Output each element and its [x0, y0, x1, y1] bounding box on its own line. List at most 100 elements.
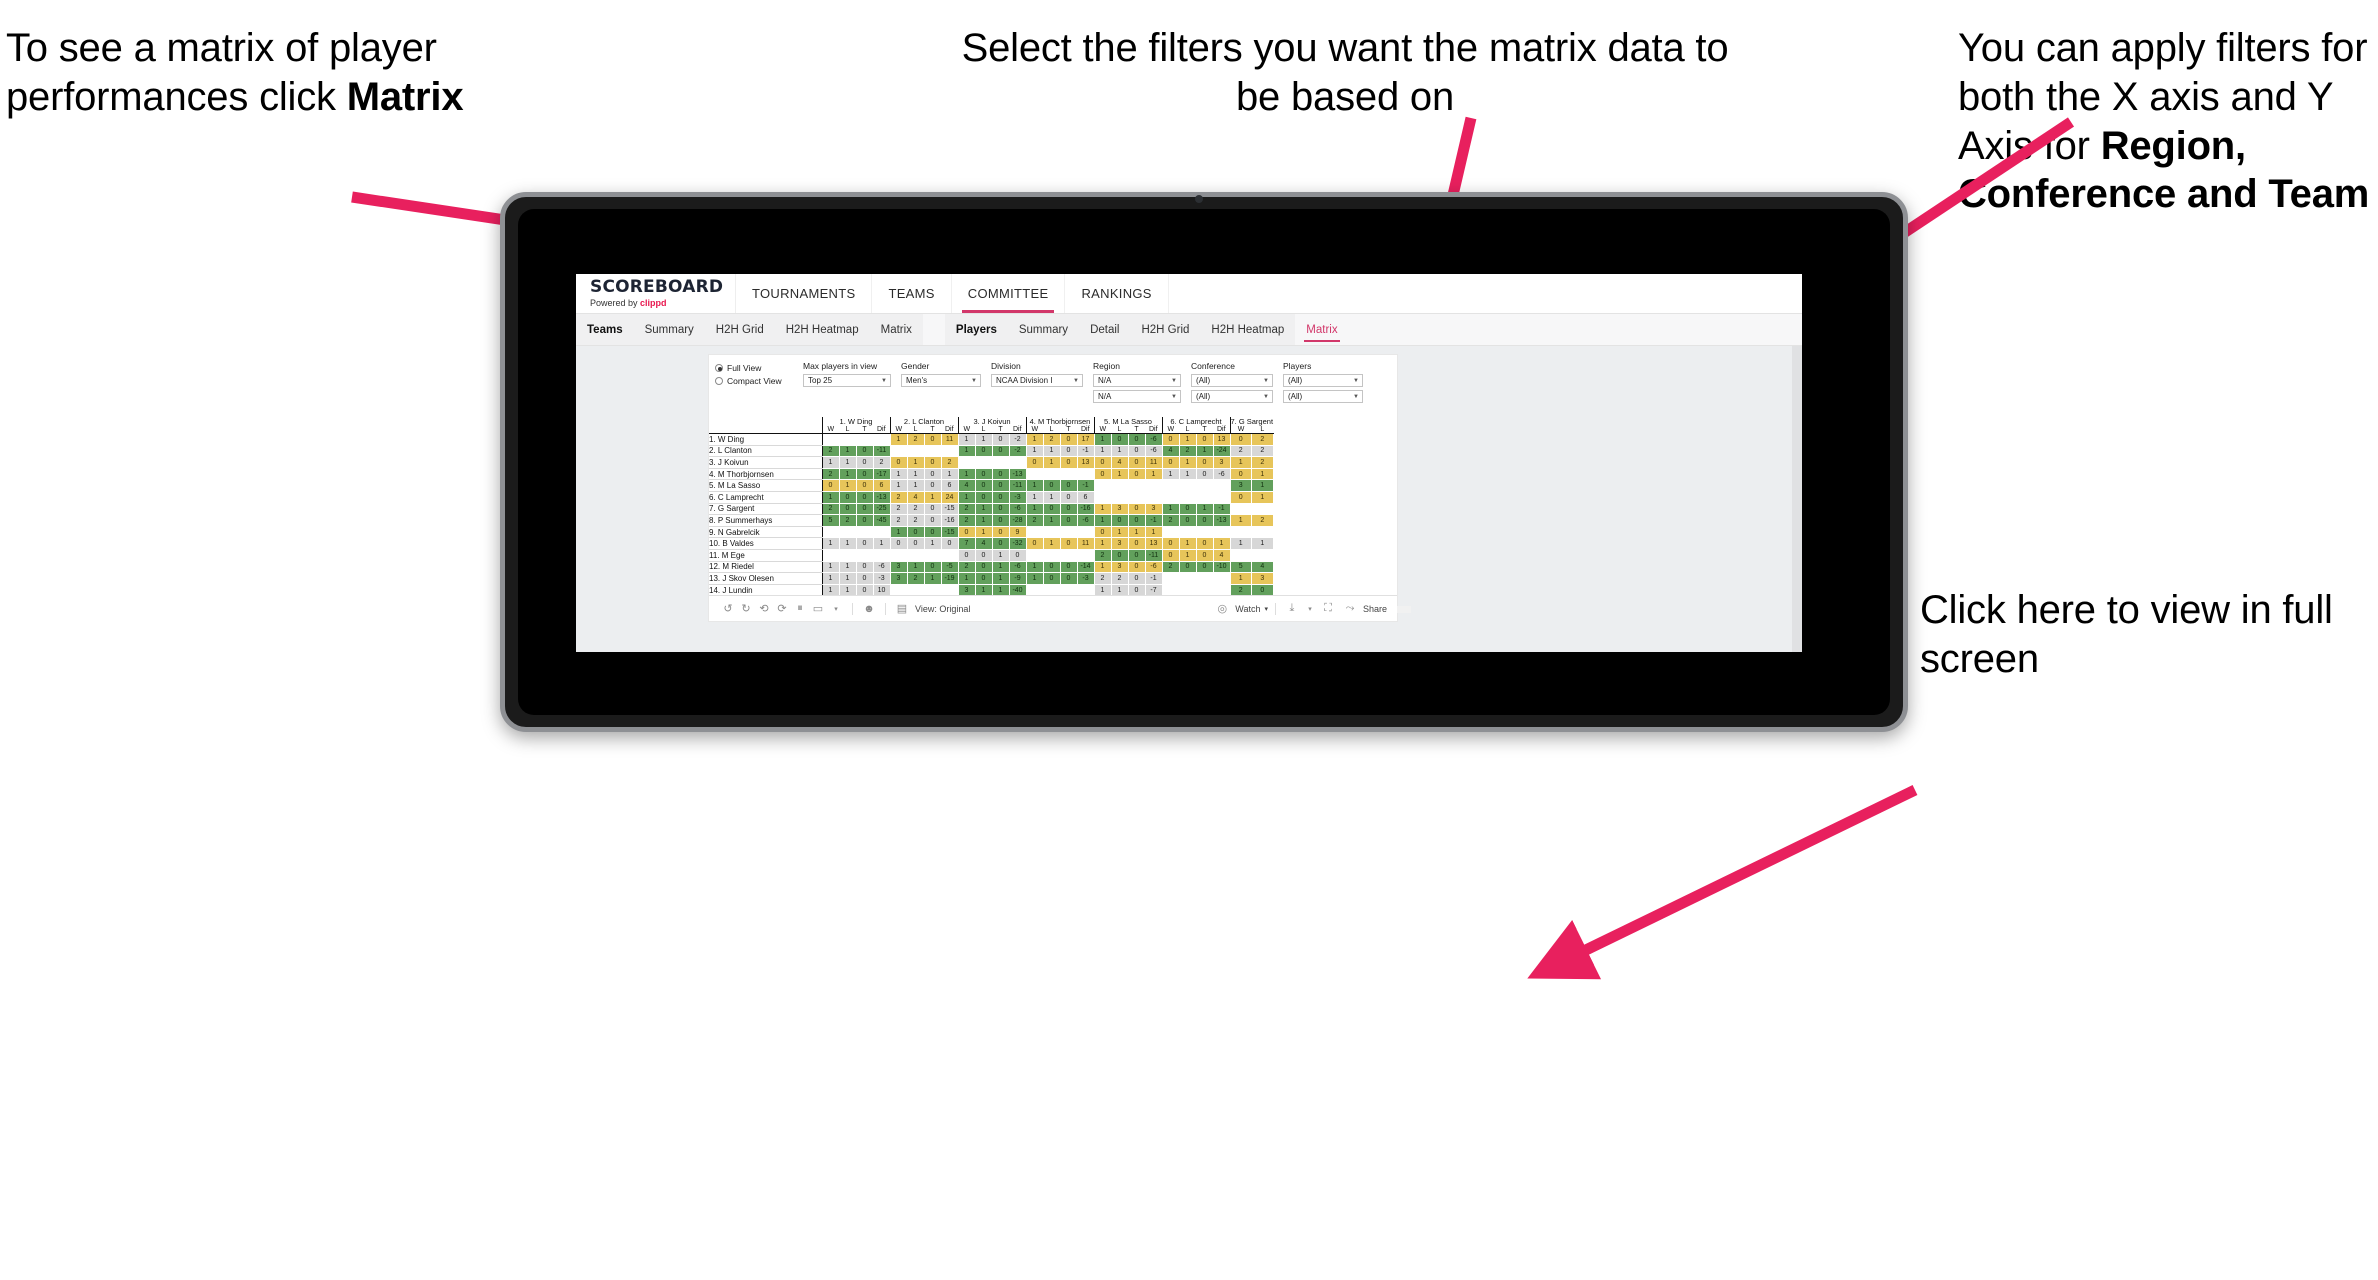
- matrix-cell: -6: [1213, 468, 1231, 481]
- matrix-cell: 2: [957, 561, 976, 574]
- matrix-cell: 0: [856, 503, 874, 516]
- matrix-cell: 0: [907, 537, 925, 550]
- alert-icon[interactable]: ☻: [860, 603, 878, 615]
- matrix-cell: -1: [1145, 514, 1163, 527]
- matrix-cell: [821, 526, 840, 539]
- filter-region-x-select[interactable]: N/A ▼: [1093, 374, 1181, 387]
- filter-conference-x-select[interactable]: (All) ▼: [1191, 374, 1273, 387]
- view-original-label: View: Original: [915, 603, 971, 614]
- topnav-tournaments[interactable]: TOURNAMENTS: [736, 274, 873, 313]
- matrix-cell: 1: [957, 445, 976, 458]
- filter-region-y-select[interactable]: N/A ▼: [1093, 390, 1181, 403]
- refresh-icon[interactable]: ⟳: [773, 602, 791, 615]
- chevron-down-icon[interactable]: ▾: [827, 605, 845, 613]
- matrix-cell: 1: [1145, 468, 1163, 481]
- brand-title: SCOREBOARD: [590, 277, 724, 297]
- chevron-down-icon[interactable]: ▾: [1301, 605, 1319, 613]
- matrix-cell: [1111, 491, 1129, 504]
- watch-button[interactable]: ◎ Watch ▾: [1213, 602, 1268, 615]
- matrix-cell: 13: [1145, 537, 1163, 550]
- subnav-players-h2h-grid[interactable]: H2H Grid: [1130, 314, 1200, 345]
- radio-full-view[interactable]: Full View: [715, 363, 793, 373]
- matrix-cell: 0: [992, 468, 1010, 481]
- matrix-cell: [1025, 549, 1044, 562]
- matrix-cell: 0: [1229, 468, 1253, 481]
- matrix-cell: -6: [1145, 433, 1163, 446]
- matrix-cell: 0: [1179, 503, 1197, 516]
- matrix-cell: 1: [1251, 479, 1274, 492]
- matrix-cell: 0: [1128, 456, 1146, 469]
- matrix-cell: 0: [992, 526, 1010, 539]
- subnav-players-matrix[interactable]: Matrix: [1295, 314, 1349, 345]
- matrix-cell: 0: [1060, 572, 1078, 585]
- revert-icon[interactable]: ⟲: [755, 602, 773, 615]
- matrix-cell: [839, 433, 857, 446]
- matrix-row-label: 13. J Skov Olesen: [709, 572, 822, 585]
- redo-icon[interactable]: ↻: [737, 602, 755, 615]
- matrix-cell: -6: [1009, 561, 1027, 574]
- radio-compact-view[interactable]: Compact View: [715, 376, 793, 386]
- filter-division-select[interactable]: NCAA Division I ▼: [991, 374, 1083, 387]
- subnav-players-detail[interactable]: Detail: [1079, 314, 1130, 345]
- matrix-cell: 0: [856, 537, 874, 550]
- download-icon[interactable]: ⤓: [1283, 602, 1301, 615]
- view-mode-radios: Full View Compact View: [715, 361, 793, 403]
- pause-icon[interactable]: ⏸: [791, 602, 809, 615]
- subnav-teams-matrix[interactable]: Matrix: [870, 314, 923, 345]
- filter-conference-y-select[interactable]: (All) ▼: [1191, 390, 1273, 403]
- fullscreen-icon[interactable]: ⛶: [1319, 602, 1337, 615]
- app-screen: SCOREBOARD Powered by clippd TOURNAMENTS…: [576, 274, 1802, 652]
- matrix-scroll-area[interactable]: 1. W Ding 2. L Clanton 3. J Koivun 4. M Tho…: [709, 417, 1397, 621]
- matrix-cell: 1: [1025, 491, 1044, 504]
- matrix-corner: [709, 417, 822, 426]
- undo-icon[interactable]: ↺: [719, 602, 737, 615]
- radio-compact-view-label: Compact View: [727, 376, 782, 386]
- matrix-cell: 4: [907, 491, 925, 504]
- filter-gender-select[interactable]: Men's ▼: [901, 374, 981, 387]
- matrix-cell: [1128, 479, 1146, 492]
- matrix-row: 11. M Ege 0 0 1 0 2 0 0 -11 0 1 0 4: [709, 549, 1274, 562]
- filter-players-x-select[interactable]: (All) ▼: [1283, 374, 1363, 387]
- brand-logo[interactable]: SCOREBOARD Powered by clippd: [576, 274, 736, 313]
- matrix-cell: 3: [889, 561, 908, 574]
- matrix-col-header: 4. M Thorbjornsen: [1025, 417, 1094, 426]
- filter-players-x-value: (All): [1288, 376, 1303, 385]
- filter-max-players-select[interactable]: Top 25 ▼: [803, 374, 891, 387]
- subnav-group-teams: Teams Summary H2H Grid H2H Heatmap Matri…: [576, 314, 923, 345]
- view-original-button[interactable]: ▤ View: Original: [893, 602, 971, 615]
- highlight-icon[interactable]: ▭: [809, 602, 827, 615]
- share-button[interactable]: ⤳ Share: [1341, 602, 1387, 615]
- topnav-rankings[interactable]: RANKINGS: [1065, 274, 1169, 313]
- matrix-cell: 1: [1145, 526, 1163, 539]
- subnav-players-label: Players: [955, 323, 997, 336]
- filter-players-y-select[interactable]: (All) ▼: [1283, 390, 1363, 403]
- matrix-cell: [1025, 468, 1044, 481]
- chevron-down-icon: ▼: [1171, 393, 1177, 400]
- power-button[interactable]: [500, 447, 505, 477]
- subnav-players-summary[interactable]: Summary: [1008, 314, 1079, 345]
- filter-players: Players (All) ▼ (All) ▼: [1283, 361, 1363, 403]
- matrix-header-groups: 1. W Ding 2. L Clanton 3. J Koivun 4. M Tho…: [709, 417, 1274, 426]
- matrix-cell: 1: [821, 491, 840, 504]
- subnav-teams-h2h-heatmap[interactable]: H2H Heatmap: [775, 314, 870, 345]
- topnav-teams[interactable]: TEAMS: [872, 274, 952, 313]
- matrix-cell: 1: [1213, 537, 1231, 550]
- volume-button[interactable]: [500, 377, 505, 407]
- matrix-cell: 0: [924, 479, 942, 492]
- matrix-cell: 2: [907, 514, 925, 527]
- matrix-cell: 1: [889, 479, 908, 492]
- matrix-cell: 2: [821, 445, 840, 458]
- matrix-subheader: Dif: [1213, 426, 1230, 434]
- subnav-teams-h2h-grid[interactable]: H2H Grid: [705, 314, 775, 345]
- matrix-cell: 0: [992, 479, 1010, 492]
- filter-gender: Gender Men's ▼: [901, 361, 981, 403]
- matrix-row: 9. N Gabrelcik 1 0 0 -15 0 1 0 9 0 1 1 1: [709, 526, 1274, 539]
- matrix-cell: 0: [1111, 433, 1129, 446]
- matrix-cell: 2: [889, 514, 908, 527]
- subnav-players-h2h-heatmap[interactable]: H2H Heatmap: [1200, 314, 1295, 345]
- matrix-cell: 0: [839, 491, 857, 504]
- subnav-teams-summary[interactable]: Summary: [634, 314, 705, 345]
- toolbar-divider: [852, 602, 853, 615]
- topnav-committee[interactable]: COMMITTEE: [952, 274, 1066, 313]
- matrix-cell: 3: [1145, 503, 1163, 516]
